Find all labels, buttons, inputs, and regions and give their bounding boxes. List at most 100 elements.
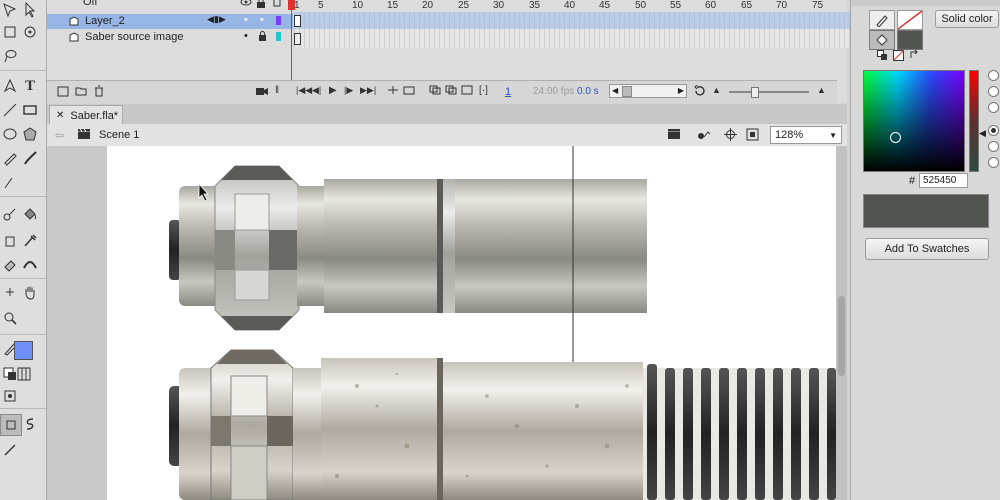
onion-skin-icon[interactable] [429,85,441,95]
edit-multiple-frames-icon[interactable] [461,85,473,95]
radio-green[interactable] [988,141,999,152]
layer-visible-dot[interactable]: • [244,14,248,26]
color-picker-cursor[interactable] [890,132,901,143]
zoom-out-timeline-icon[interactable]: ▲ [712,85,721,95]
center-stage-icon[interactable] [724,128,737,141]
onion-skin-outlines-icon[interactable] [445,85,457,95]
radio-brightness[interactable] [988,102,999,113]
hue-slider-arrow-icon[interactable]: ◀ [979,128,986,139]
frames-grid[interactable] [294,12,884,48]
scene-name[interactable]: Scene 1 [99,129,139,141]
lasso-tool-icon[interactable] [0,46,20,66]
elapsed-time[interactable]: 0.0 s [577,86,599,97]
layer-outline-color[interactable] [276,32,281,41]
keyframe[interactable] [294,15,301,27]
pencil-tool-icon[interactable] [0,148,20,168]
frame-ruler[interactable]: 1 5 10 15 20 25 30 35 40 45 50 55 60 65 … [294,0,884,12]
subselection-tool-icon[interactable] [0,0,20,20]
show-all-eye-icon[interactable] [240,0,252,8]
snap-to-objects-icon[interactable] [0,414,22,436]
radio-hue[interactable] [988,70,999,81]
edit-symbols-icon[interactable] [695,128,711,141]
frames-row-selected[interactable] [294,12,884,29]
pen-tool-icon[interactable] [0,76,20,96]
close-tab-icon[interactable]: ✕ [56,110,64,121]
swap-colors-icon[interactable] [909,50,920,61]
center-frame-icon[interactable] [387,85,399,95]
zoom-in-timeline-icon[interactable]: ▲ [817,85,826,95]
frame-rate[interactable]: 24.00 fps [533,86,574,97]
no-color-icon[interactable] [893,50,904,61]
eraser-tool-icon[interactable] [0,254,20,274]
fill-color-icon[interactable] [869,30,895,50]
bone-tool-icon[interactable] [0,204,20,224]
radio-blue[interactable] [988,157,999,168]
line-tool-icon[interactable] [0,100,20,120]
fill-type-dropdown[interactable]: Solid color [935,10,999,28]
camera-tool-icon[interactable] [0,282,20,302]
layer-lock-dot[interactable]: • [260,14,264,26]
playhead[interactable] [291,0,292,80]
radio-red[interactable] [988,125,999,136]
document-tab[interactable]: ✕ Saber.fla* [49,105,123,125]
zoom-select[interactable]: 128% ▼ [770,126,842,144]
rectangle-tool-icon[interactable] [20,100,40,120]
clip-content-icon[interactable] [746,128,759,141]
saber-artwork[interactable] [107,146,836,500]
modify-markers-icon[interactable]: [·] [479,85,488,96]
layer-visible-dot[interactable]: • [244,30,248,42]
layer-outline-color[interactable] [276,16,281,25]
radio-saturation[interactable] [988,86,999,97]
eyedropper-tool-icon[interactable] [20,230,40,250]
go-first-frame-icon[interactable]: |◀◀ [296,85,312,96]
stage-scrollbar[interactable] [836,146,847,500]
play-icon[interactable]: ▶ [329,85,337,96]
hand-tool-icon[interactable] [20,282,40,302]
swap-colors-icon[interactable] [14,364,34,384]
hue-slider[interactable] [969,70,979,172]
selection-tool-icon[interactable] [20,0,40,20]
edit-scene-icon[interactable] [667,128,683,141]
stroke-color-icon[interactable] [869,10,895,30]
black-white-icon[interactable] [877,50,888,61]
straighten-icon[interactable] [0,440,20,460]
step-forward-icon[interactable]: |▶ [344,85,353,96]
layer-locked-icon[interactable] [258,31,267,44]
brush-tool-icon[interactable] [20,148,40,168]
camera-icon[interactable] [255,86,269,96]
frame-size-slider[interactable] [729,87,809,98]
outline-all-icon[interactable] [273,0,281,7]
zoom-tool-icon[interactable] [0,308,20,328]
vector-saber[interactable] [169,165,647,331]
undo-history-icon[interactable] [693,85,705,97]
new-layer-icon[interactable] [57,85,69,97]
ink-bottle-tool-icon[interactable] [0,230,20,250]
polystar-tool-icon[interactable] [20,124,40,144]
oval-tool-icon[interactable] [0,124,20,144]
paint-bucket-tool-icon[interactable] [20,204,40,224]
timeline-scroll-track[interactable]: ◀ ▶ [609,84,687,98]
new-folder-icon[interactable] [75,85,87,97]
back-arrow-icon[interactable]: ⇦ [55,129,64,142]
lock-all-icon[interactable] [256,0,266,8]
current-frame[interactable]: 1 [505,86,511,98]
free-transform-tool-icon[interactable] [0,22,20,42]
hex-input[interactable]: 525450 [919,173,968,188]
3d-rotation-tool-icon[interactable] [20,22,40,42]
layer-row-saber-source[interactable]: Saber source image • [47,30,293,45]
text-tool-icon[interactable]: T [20,76,40,96]
keyframe[interactable] [294,33,301,45]
fill-color-swatch[interactable] [14,341,33,360]
object-drawing-icon[interactable] [0,386,20,406]
layer-row-layer2[interactable]: Layer_2 ◀▮▶ • • [47,14,293,29]
smooth-icon[interactable] [20,414,40,434]
no-stroke-swatch[interactable] [897,10,923,30]
add-to-swatches-button[interactable]: Add To Swatches [865,238,989,260]
delete-layer-icon[interactable] [93,85,105,97]
width-tool-icon[interactable] [20,254,40,274]
go-last-frame-icon[interactable]: ▶▶| [360,85,376,96]
stage-canvas[interactable] [107,146,836,500]
step-back-icon[interactable]: ◀| [312,85,321,96]
fill-color-swatch[interactable] [897,30,923,50]
color-picker-field[interactable] [863,70,965,172]
